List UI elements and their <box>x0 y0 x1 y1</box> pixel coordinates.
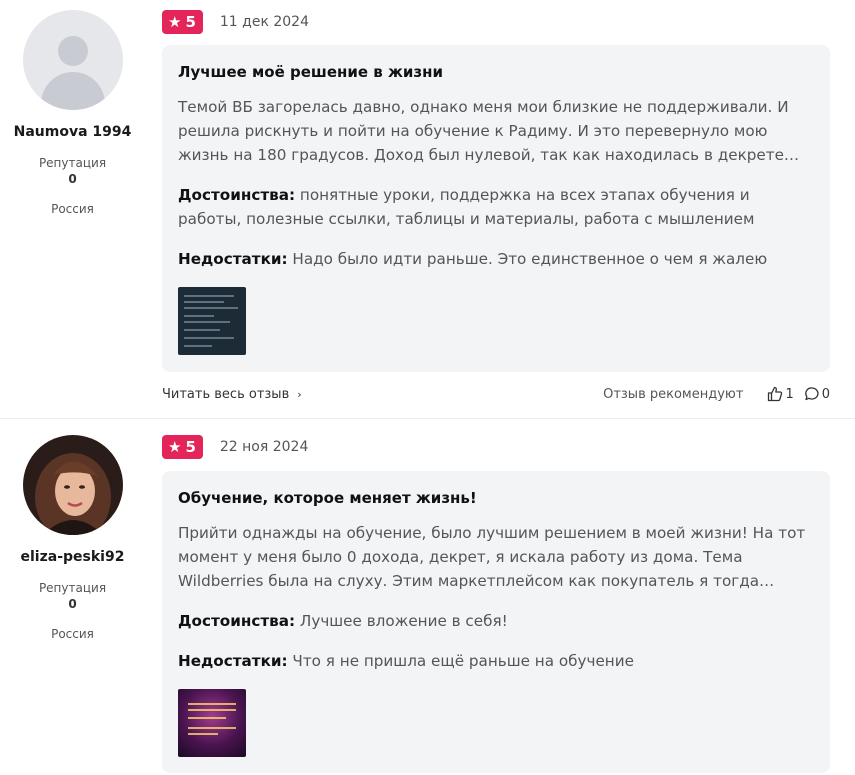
user-photo <box>22 435 123 535</box>
review-author: Naumova 1994 Репутация 0 Россия <box>0 10 145 216</box>
chevron-right-icon: › <box>297 387 302 401</box>
review-card: Лучшее моё решение в жизни Темой ВБ заго… <box>162 45 830 372</box>
like-count: 1 <box>785 386 794 402</box>
rating-badge: ★ 5 <box>162 10 203 34</box>
review-footer: Читать весь отзыв › Отзыв рекомендуют 1 … <box>162 384 830 404</box>
star-icon: ★ <box>168 438 182 456</box>
country: Россия <box>51 627 94 641</box>
review-pros: Достоинства: понятные уроки, поддержка н… <box>178 186 755 228</box>
reputation-label: Репутация <box>38 156 107 170</box>
avatar[interactable] <box>22 10 123 110</box>
default-user-icon <box>57 36 88 66</box>
review-date: 22 ноя 2024 <box>219 439 309 455</box>
username[interactable]: Naumova 1994 <box>0 124 145 140</box>
review-title: Обучение, которое меняет жизнь! <box>178 489 477 507</box>
country: Россия <box>51 202 94 216</box>
review-meta: ★ 5 11 дек 2024 <box>162 9 309 35</box>
review-item: Naumova 1994 Репутация 0 Россия ★ 5 11 д… <box>0 0 855 418</box>
comment-count: 0 <box>821 386 830 402</box>
review-pros: Достоинства: Лучшее вложение в себя! <box>178 612 508 630</box>
rating-badge: ★ 5 <box>162 435 203 459</box>
review-text: Темой ВБ загорелась давно, однако меня м… <box>178 98 800 164</box>
review-title: Лучшее моё решение в жизни <box>178 63 444 81</box>
review-date: 11 дек 2024 <box>219 14 309 30</box>
comments-button[interactable]: 0 <box>804 386 830 402</box>
review-item: eliza-peski92 Репутация 0 Россия ★ 5 22 … <box>0 418 855 775</box>
review-cons: Недостатки: Что я не пришла ещё раньше н… <box>178 652 634 670</box>
thumbs-up-icon <box>768 386 783 402</box>
review-photo-thumbnail[interactable] <box>178 287 246 355</box>
reputation-label: Репутация <box>38 581 107 595</box>
review-meta: ★ 5 22 ноя 2024 <box>162 434 308 460</box>
username[interactable]: eliza-peski92 <box>0 549 145 565</box>
reputation-value: 0 <box>68 597 77 611</box>
review-text: Прийти однажды на обучение, было лучшим … <box>178 524 806 590</box>
rating-value: 5 <box>185 13 196 31</box>
review-cons: Недостатки: Надо было идти раньше. Это е… <box>178 250 768 268</box>
rating-value: 5 <box>185 438 196 456</box>
reputation-value: 0 <box>68 172 77 186</box>
star-icon: ★ <box>168 13 182 31</box>
avatar[interactable] <box>22 435 123 535</box>
comment-icon <box>804 387 819 401</box>
like-button[interactable]: 1 <box>767 386 794 402</box>
read-full-review-link[interactable]: Читать весь отзыв › <box>162 387 302 402</box>
review-card: Обучение, которое меняет жизнь! Прийти о… <box>162 471 830 773</box>
review-photo-thumbnail[interactable] <box>178 689 246 757</box>
recommend-label: Отзыв рекомендуют <box>603 386 744 402</box>
review-author: eliza-peski92 Репутация 0 Россия <box>0 435 145 641</box>
